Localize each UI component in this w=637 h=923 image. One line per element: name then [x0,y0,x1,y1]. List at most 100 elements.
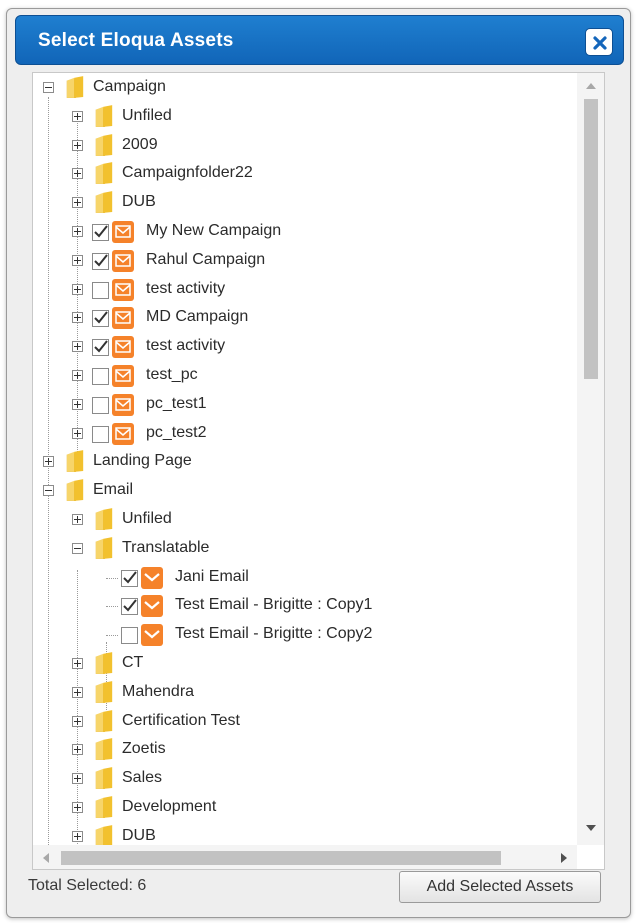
horizontal-scroll-thumb[interactable] [61,851,501,865]
unchecked-checkbox[interactable] [92,281,109,299]
tree-item-label[interactable]: MD Campaign [146,308,248,326]
tree-item-label[interactable]: Email [93,481,133,499]
tree-item-label[interactable]: test_pc [146,366,198,384]
tree-row-folder[interactable] [33,132,579,161]
tree-row-folder[interactable] [33,189,579,218]
expand-icon[interactable] [72,773,83,785]
tree-item-label[interactable]: Test Email - Brigitte : Copy2 [175,625,372,643]
tree-row-folder[interactable] [33,103,579,132]
checkmark-icon [94,225,108,238]
collapse-icon[interactable] [43,82,54,93]
tree-item-label[interactable]: pc_test1 [146,395,206,413]
checked-checkbox[interactable] [121,569,138,587]
close-icon [593,36,607,50]
tree-item-label[interactable]: Zoetis [122,740,166,758]
folder-icon [95,162,113,185]
tree-item-label[interactable]: DUB [122,827,156,845]
unchecked-checkbox[interactable] [92,368,109,385]
tree-row-folder[interactable] [33,708,579,737]
dialog-title-bar: Select Eloqua Assets [15,15,624,65]
tree-item-label[interactable]: Rahul Campaign [146,251,265,269]
tree-row-folder[interactable] [33,679,579,708]
tree-item-label[interactable]: test activity [146,337,225,355]
tree-item-label[interactable]: Campaign [93,78,166,96]
tree-row-folder[interactable] [33,823,579,847]
tree-row-folder[interactable] [33,650,579,679]
unchecked-checkbox[interactable] [121,627,138,645]
tree-item-label[interactable]: Sales [122,769,162,787]
checked-checkbox[interactable] [121,598,138,616]
checked-checkbox[interactable] [92,339,109,357]
expand-icon[interactable] [43,456,54,468]
expand-icon[interactable] [72,830,83,842]
tree-row-folder[interactable] [33,765,579,794]
asset-tree[interactable]: Campaign Unfiled 2009 Campaignfolder22 DUB My… [33,73,579,847]
checked-checkbox[interactable] [92,224,109,241]
vertical-scrollbar[interactable] [577,73,604,847]
horizontal-scrollbar[interactable] [33,845,579,869]
expand-icon[interactable] [72,168,83,180]
tree-item-label[interactable]: CT [122,654,143,672]
folder-icon [95,652,113,674]
scroll-down-arrow-icon[interactable] [586,825,596,831]
tree-item-label[interactable]: Translatable [122,539,209,557]
dialog-title: Select Eloqua Assets [38,30,234,51]
tree-row-folder[interactable] [33,736,579,765]
expand-icon[interactable] [72,283,83,295]
folder-icon [66,76,84,98]
collapse-icon[interactable] [43,485,54,497]
close-button[interactable] [585,28,613,56]
expand-icon[interactable] [72,226,83,237]
expand-icon[interactable] [72,370,83,381]
tree-item-label[interactable]: Certification Test [122,712,240,730]
expand-icon[interactable] [72,110,83,122]
tree-item-label[interactable]: Unfiled [122,107,172,125]
tree-item-label[interactable]: Unfiled [122,510,172,528]
expand-icon[interactable] [72,197,83,209]
expand-icon[interactable] [72,686,83,698]
tree-row-folder[interactable] [33,160,579,189]
expand-icon[interactable] [72,715,83,727]
tree-item-label[interactable]: Mahendra [122,683,194,701]
collapse-icon[interactable] [72,542,83,554]
expand-icon[interactable] [72,139,83,151]
tree-item-label[interactable]: My New Campaign [146,222,281,240]
tree-item-label[interactable]: Campaignfolder22 [122,164,253,182]
folder-icon [95,191,113,214]
tree-item-label[interactable]: Development [122,798,216,816]
scroll-right-arrow-icon[interactable] [561,853,567,863]
folder-icon [95,709,113,732]
tree-item-label[interactable]: Landing Page [93,452,192,470]
scroll-up-arrow-icon[interactable] [586,83,596,89]
email-icon [141,624,163,647]
expand-icon[interactable] [72,427,83,439]
checkmark-icon [94,311,108,324]
tree-item-label[interactable]: test activity [146,280,225,298]
checked-checkbox[interactable] [92,252,109,270]
expand-icon[interactable] [72,312,83,324]
expand-icon[interactable] [72,514,83,525]
expand-icon[interactable] [72,802,83,813]
tree-item-label[interactable]: DUB [122,193,156,211]
expand-icon[interactable] [72,254,83,266]
tree-row-folder[interactable] [33,535,579,564]
expand-icon[interactable] [72,398,83,410]
tree-item-label[interactable]: Test Email - Brigitte : Copy1 [175,596,372,614]
unchecked-checkbox[interactable] [92,396,109,414]
email-icon [141,566,163,589]
add-selected-assets-button[interactable]: Add Selected Assets [399,871,601,903]
expand-icon[interactable] [72,744,83,756]
checkmark-icon [94,340,108,353]
expand-icon[interactable] [72,341,83,353]
tree-row-folder[interactable] [33,794,579,823]
tree-row-folder[interactable] [33,506,579,535]
unchecked-checkbox[interactable] [92,425,109,443]
scroll-left-arrow-icon[interactable] [43,853,49,863]
tree-item-label[interactable]: pc_test2 [146,424,206,442]
tree-item-label[interactable]: Jani Email [175,568,249,586]
expand-icon[interactable] [72,658,83,669]
tree-item-label[interactable]: 2009 [122,136,158,154]
vertical-scroll-thumb[interactable] [584,99,598,379]
checkmark-icon [123,599,137,612]
checked-checkbox[interactable] [92,310,109,328]
